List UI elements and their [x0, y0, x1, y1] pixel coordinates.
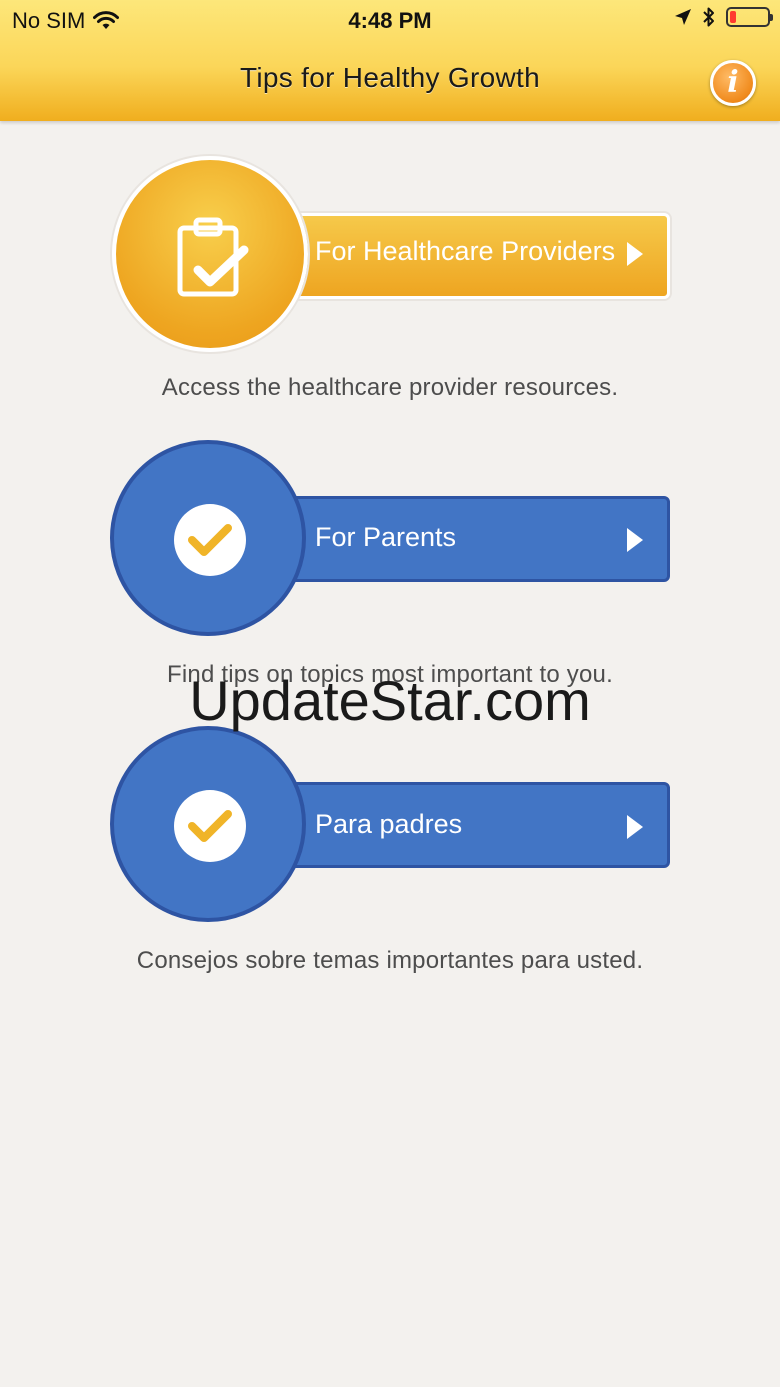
app-header: No SIM 4:48 PM Tips for Healthy Growth i — [0, 0, 780, 121]
status-bar: No SIM 4:48 PM — [0, 0, 780, 40]
button-label: For Parents — [315, 522, 457, 552]
button-label: For Healthcare Providers — [315, 236, 616, 266]
battery-icon — [726, 7, 773, 27]
info-button[interactable]: i — [710, 60, 756, 106]
checkmark-icon — [188, 810, 232, 842]
page-title: Tips for Healthy Growth — [240, 62, 540, 93]
chevron-right-icon — [627, 815, 643, 839]
for-parents-button[interactable]: For Parents — [0, 438, 780, 648]
chevron-right-icon — [627, 242, 643, 266]
status-right — [674, 6, 773, 28]
bluetooth-icon — [703, 7, 714, 27]
check-disc — [174, 504, 246, 576]
location-arrow-icon — [675, 9, 691, 25]
button-circle — [110, 440, 306, 636]
watermark: UpdateStar.com — [189, 669, 591, 732]
button-circle — [110, 726, 306, 922]
check-disc — [174, 790, 246, 862]
healthcare-providers-button[interactable]: For Healthcare Providers — [0, 150, 780, 360]
chevron-right-icon — [627, 528, 643, 552]
clipboard-check-icon — [177, 217, 249, 297]
info-icon: i — [727, 65, 739, 100]
button-circle — [112, 156, 308, 352]
button-label: Para padres — [315, 809, 463, 839]
button-description: Access the healthcare provider resources… — [161, 374, 619, 401]
checkmark-icon — [188, 524, 232, 556]
battery-level — [730, 11, 736, 23]
button-description: Consejos sobre temas importantes para us… — [136, 947, 644, 974]
para-padres-button[interactable]: Para padres — [0, 724, 780, 934]
status-time: 4:48 PM — [348, 8, 432, 33]
